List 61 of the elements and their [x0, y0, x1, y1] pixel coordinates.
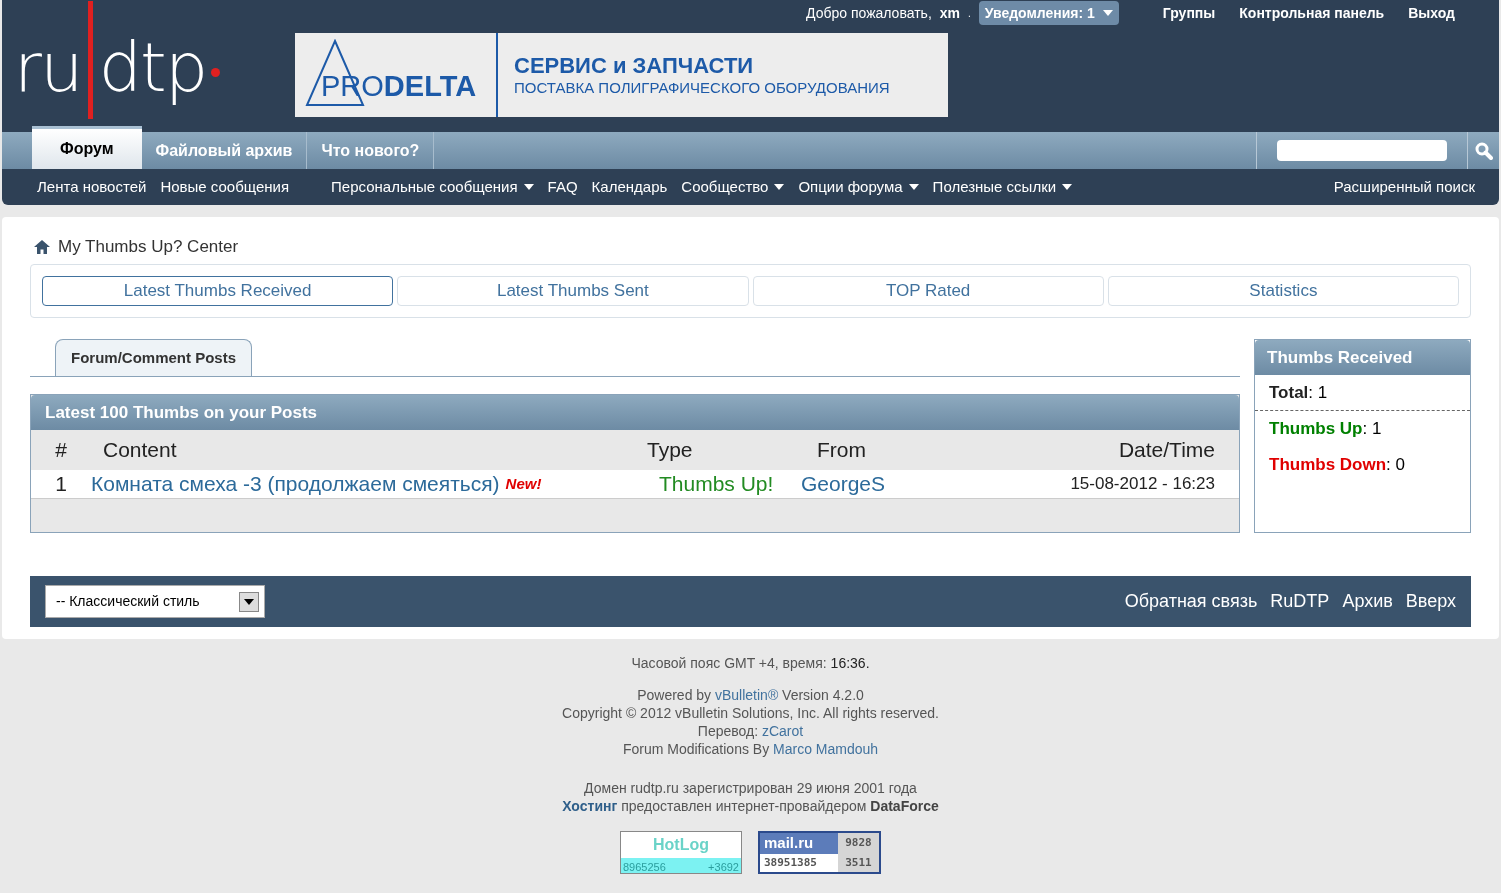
- footer-bar-link[interactable]: Архив: [1342, 588, 1393, 615]
- footer-link[interactable]: vBulletin®: [715, 687, 779, 703]
- breadcrumb-title: My Thumbs Up? Center: [58, 236, 239, 259]
- advanced-search-link[interactable]: Расширенный поиск: [1333, 175, 1475, 199]
- footer-text: Перевод: zCarot: [697, 722, 804, 740]
- row-number: 1: [31, 470, 91, 498]
- footer-text: Copyright © 2012 vBulletin Solutions, Inc. All rights reserved.: [562, 704, 939, 722]
- subnav-link[interactable]: Лента новостей: [37, 175, 147, 199]
- post-link[interactable]: Комната смеха -3 (продолжаем смеяться): [91, 468, 500, 500]
- notifications-button[interactable]: Уведомления: 1: [978, 1, 1119, 25]
- separator-dot: .: [968, 6, 971, 21]
- nav-tab[interactable]: Форум: [32, 126, 142, 169]
- panel-title: Thumbs Received: [1255, 340, 1470, 375]
- footer-link[interactable]: zCarot: [761, 723, 804, 739]
- subnav-link[interactable]: Новые сообщения: [160, 175, 290, 199]
- section-tab[interactable]: Latest Thumbs Sent: [397, 276, 749, 306]
- stat-text: Total: 1: [1269, 381, 1328, 404]
- mailru-counter[interactable]: mail.ru 9828 38951385 3511: [758, 831, 881, 874]
- search-field[interactable]: [1277, 140, 1447, 161]
- banner-subtitle: ПОСТАВКА ПОЛИГРАФИЧЕСКОГО ОБОРУДОВАНИЯ: [514, 79, 890, 99]
- welcome-text: Добро пожаловать,: [806, 3, 932, 23]
- header-link[interactable]: Группы: [1162, 2, 1216, 24]
- thumb-type: Thumbs Up!: [611, 470, 781, 498]
- style-select[interactable]: -- Классический стиль: [45, 585, 265, 618]
- footer-bar-link[interactable]: RuDTP: [1270, 588, 1330, 615]
- footer-text: Forum Modifications By Marco Mamdouh: [622, 740, 879, 758]
- column-header: Date/Time: [1117, 437, 1216, 464]
- subnav-link[interactable]: Опции форума: [798, 175, 919, 199]
- column-header: From: [816, 437, 867, 464]
- stat-text: Thumbs Up: 1: [1269, 418, 1382, 441]
- subnav-link[interactable]: Календарь: [591, 175, 668, 199]
- timezone-text: Часовой пояс GMT +4, время: 16:36.: [631, 654, 870, 672]
- header-link[interactable]: Контрольная панель: [1239, 2, 1385, 24]
- column-header: #: [54, 437, 68, 464]
- column-header: Content: [102, 437, 178, 464]
- subnav-link[interactable]: Сообщество: [681, 175, 785, 199]
- footer-link[interactable]: Marco Mamdouh: [773, 741, 879, 757]
- date-time: 15-08-2012 - 16:23: [981, 470, 1239, 498]
- subnav-link[interactable]: Персональные сообщения: [331, 175, 534, 199]
- footer-bar-link[interactable]: Вверх: [1405, 588, 1456, 615]
- home-icon: [34, 240, 50, 254]
- footer-link[interactable]: Хостинг: [562, 798, 618, 814]
- section-tab[interactable]: Statistics: [1107, 276, 1459, 306]
- banner-title: СЕРВИС и ЗАПЧАСТИ: [514, 51, 755, 80]
- footer-text: Powered by vBulletin® Version 4.2.0: [637, 686, 864, 704]
- table-title: Latest 100 Thumbs on your Posts: [31, 395, 1239, 430]
- section-tab[interactable]: Latest Thumbs Received: [42, 276, 394, 306]
- stat-text: Thumbs Down: 0: [1269, 454, 1406, 477]
- new-label: New!: [505, 473, 542, 494]
- column-header: Type: [646, 437, 694, 464]
- subnav-link[interactable]: FAQ: [547, 175, 578, 199]
- caret-icon: [244, 598, 254, 605]
- footer-text: Хостинг предоставлен интернет-провайдером DataForce: [562, 797, 939, 815]
- header-link[interactable]: Выход: [1408, 2, 1455, 24]
- domain-text: Домен rudtp.ru зарегистрирован 29 июня 2001 года: [584, 779, 917, 797]
- search-icon: [1474, 141, 1493, 160]
- subnav-link[interactable]: Полезные ссылки: [932, 175, 1073, 199]
- username-link[interactable]: xm: [939, 2, 960, 24]
- content-tab[interactable]: Forum/Comment Posts: [55, 339, 252, 376]
- footer-bar-link[interactable]: Обратная связь: [1124, 588, 1258, 615]
- section-tab[interactable]: TOP Rated: [752, 276, 1104, 306]
